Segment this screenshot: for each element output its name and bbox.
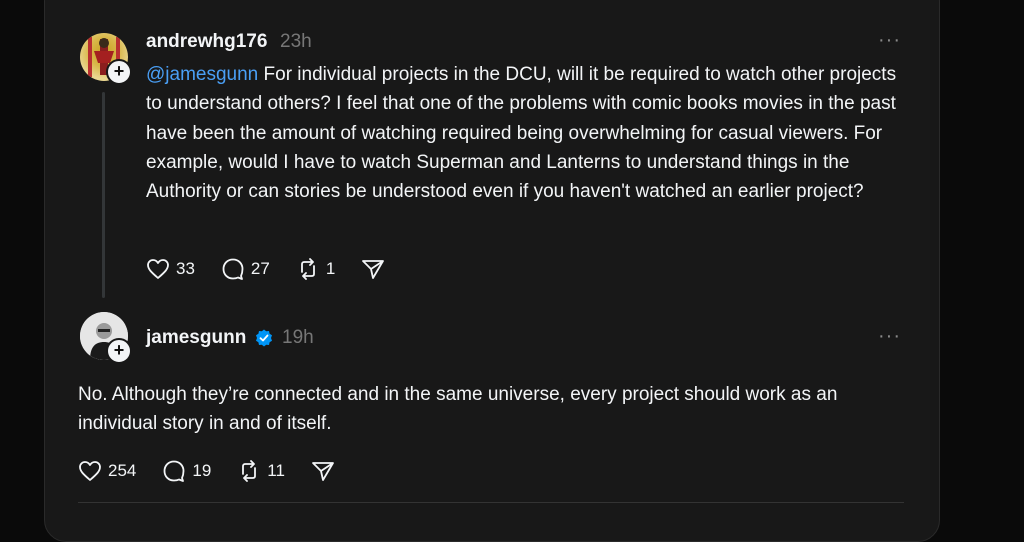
share-button[interactable]: [361, 258, 391, 280]
avatar-andrewhg176[interactable]: +: [80, 33, 132, 85]
comment-icon: [222, 258, 244, 280]
post-text: For individual projects in the DCU, will…: [146, 64, 897, 203]
comment-icon: [163, 460, 185, 482]
repost-icon: [242, 460, 257, 482]
post-body: @jamesgunn For individual projects in th…: [146, 60, 898, 206]
reply-actions: 254 19 11: [78, 460, 367, 482]
share-icon: [312, 462, 334, 481]
like-count: 254: [108, 461, 137, 480]
share-icon: [362, 260, 385, 279]
post-timestamp[interactable]: 23h: [280, 31, 312, 53]
repost-button[interactable]: 11: [237, 460, 285, 482]
share-button[interactable]: [311, 460, 341, 482]
reply-username[interactable]: jamesgunn: [146, 327, 246, 349]
repost-button[interactable]: 1: [296, 258, 335, 280]
avatar-jamesgunn[interactable]: +: [80, 312, 132, 364]
like-button[interactable]: 254: [78, 460, 136, 482]
repost-count: 11: [267, 461, 285, 480]
heart-icon: [79, 461, 101, 481]
reply-button[interactable]: 19: [162, 460, 211, 482]
reply-text: No. Although they’re connected and in th…: [78, 384, 838, 435]
reply-count: 19: [192, 461, 212, 480]
thread-line: [102, 92, 105, 298]
follow-plus-icon[interactable]: +: [106, 338, 132, 364]
repost-icon: [300, 258, 315, 280]
mention-link[interactable]: @jamesgunn: [146, 64, 258, 85]
post-actions: 33 27 1: [146, 258, 417, 280]
follow-plus-icon[interactable]: +: [106, 59, 132, 85]
more-icon[interactable]: ···: [878, 29, 901, 52]
reply-timestamp[interactable]: 19h: [282, 327, 314, 349]
repost-count: 1: [325, 259, 336, 278]
like-count: 33: [176, 259, 195, 278]
divider: [78, 502, 904, 503]
like-button[interactable]: 33: [146, 258, 195, 280]
reply-button[interactable]: 27: [221, 258, 270, 280]
reply-count: 27: [250, 259, 270, 278]
heart-icon: [147, 259, 169, 279]
post-username[interactable]: andrewhg176: [146, 31, 267, 53]
verified-badge-icon: [256, 329, 272, 347]
more-icon[interactable]: ···: [878, 325, 901, 348]
